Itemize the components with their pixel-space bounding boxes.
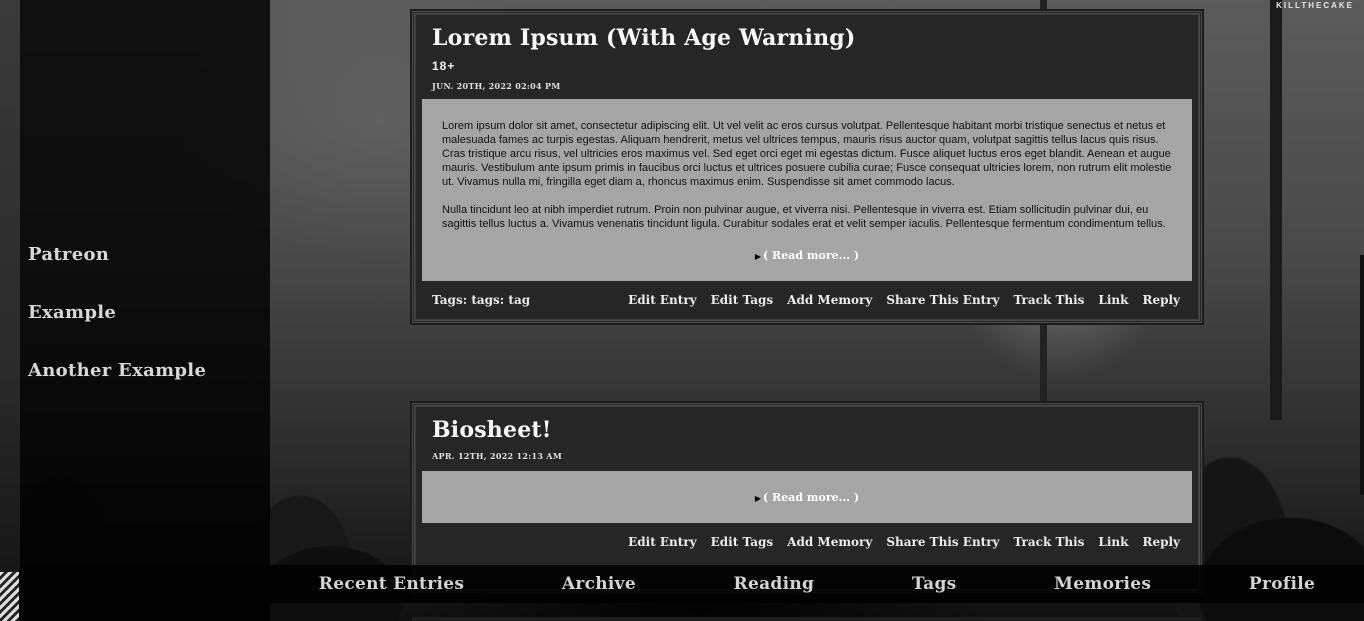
reply-link[interactable]: Reply bbox=[1142, 293, 1180, 307]
entry-actions: Edit Entry Edit Tags Add Memory Share Th… bbox=[628, 535, 1180, 549]
share-entry-link[interactable]: Share This Entry bbox=[886, 293, 999, 307]
entry-title[interactable]: Lorem Ipsum (With Age Warning) bbox=[416, 15, 1198, 51]
track-this-link[interactable]: Track This bbox=[1014, 293, 1085, 307]
link-link[interactable]: Link bbox=[1098, 535, 1128, 549]
entry-footer: Edit Entry Edit Tags Add Memory Share Th… bbox=[416, 523, 1198, 561]
left-edge-strip bbox=[0, 0, 20, 621]
edit-entry-link[interactable]: Edit Entry bbox=[628, 535, 697, 549]
edit-entry-link[interactable]: Edit Entry bbox=[628, 293, 697, 307]
edit-tags-link[interactable]: Edit Tags bbox=[711, 293, 774, 307]
avatar[interactable] bbox=[0, 572, 20, 621]
read-more-label: ( Read more... ) bbox=[763, 249, 860, 262]
entry-paragraph: Lorem ipsum dolor sit amet, consectetur … bbox=[442, 120, 1172, 188]
add-memory-link[interactable]: Add Memory bbox=[787, 535, 872, 549]
entry-footer: Tags: tags: tag Edit Entry Edit Tags Add… bbox=[416, 281, 1198, 319]
nav-archive[interactable]: Archive bbox=[562, 574, 636, 594]
add-memory-link[interactable]: Add Memory bbox=[787, 293, 872, 307]
link-link[interactable]: Link bbox=[1098, 293, 1128, 307]
bottom-left-panel bbox=[20, 565, 270, 621]
entry-title[interactable]: Biosheet! bbox=[416, 407, 1198, 443]
share-entry-link[interactable]: Share This Entry bbox=[886, 535, 999, 549]
tags-label: Tags: bbox=[432, 293, 468, 307]
entry-date[interactable]: JUN. 20TH, 2022 02:04 PM bbox=[416, 73, 1198, 91]
entry-tags: Tags: tags: tag bbox=[432, 293, 530, 307]
reply-link[interactable]: Reply bbox=[1142, 535, 1180, 549]
sidebar: Patreon Example Another Example bbox=[20, 0, 270, 565]
scrollbar[interactable] bbox=[1360, 255, 1364, 495]
read-more-label: ( Read more... ) bbox=[763, 491, 860, 504]
entry-paragraph: Nulla tincidunt leo at nibh imperdiet ru… bbox=[442, 204, 1166, 230]
triangle-right-icon: ▶ bbox=[754, 493, 762, 503]
nav-recent-entries[interactable]: Recent Entries bbox=[319, 574, 464, 594]
site-name[interactable]: KILLTHECAKE bbox=[1276, 1, 1354, 10]
nav-tags[interactable]: Tags bbox=[912, 574, 957, 594]
entry-body: Lorem ipsum dolor sit amet, consectetur … bbox=[422, 99, 1192, 281]
age-warning-badge: 18+ bbox=[432, 59, 456, 73]
sidebar-link-another-example[interactable]: Another Example bbox=[28, 360, 206, 381]
entry-actions: Edit Entry Edit Tags Add Memory Share Th… bbox=[628, 293, 1180, 307]
edit-tags-link[interactable]: Edit Tags bbox=[711, 535, 774, 549]
triangle-right-icon: ▶ bbox=[754, 251, 762, 261]
entry-body: ▶( Read more... ) bbox=[422, 471, 1192, 523]
sidebar-link-example[interactable]: Example bbox=[28, 302, 116, 323]
nav-reading[interactable]: Reading bbox=[734, 574, 815, 594]
entry-edge bbox=[412, 617, 1202, 621]
tag-link[interactable]: tags: tag bbox=[471, 293, 530, 307]
read-more-link[interactable]: ▶( Read more... ) bbox=[442, 249, 1172, 263]
nav-memories[interactable]: Memories bbox=[1054, 574, 1151, 594]
read-more-link[interactable]: ▶( Read more... ) bbox=[442, 491, 1172, 505]
nav-profile[interactable]: Profile bbox=[1249, 574, 1315, 594]
track-this-link[interactable]: Track This bbox=[1014, 535, 1085, 549]
bottom-nav: Recent Entries Archive Reading Tags Memo… bbox=[270, 565, 1364, 603]
sidebar-link-patreon[interactable]: Patreon bbox=[28, 244, 109, 265]
entry-date[interactable]: APR. 12TH, 2022 12:13 AM bbox=[416, 443, 1198, 461]
journal-entry: Lorem Ipsum (With Age Warning) 18+ JUN. … bbox=[410, 9, 1204, 325]
